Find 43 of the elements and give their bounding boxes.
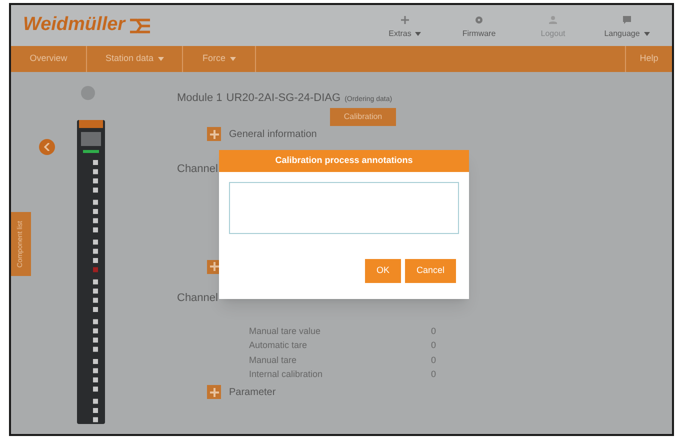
channel-heading: Channel bbox=[177, 162, 218, 174]
parameter-value: 0 bbox=[431, 339, 436, 352]
nav-tab[interactable]: Force bbox=[183, 46, 256, 72]
dialog-title: Calibration process annotations bbox=[219, 150, 469, 172]
chevron-left-icon bbox=[44, 143, 50, 151]
ok-button[interactable]: OK bbox=[365, 259, 401, 283]
cancel-button[interactable]: Cancel bbox=[405, 259, 456, 283]
plus-icon bbox=[210, 388, 218, 396]
channel-heading: Channel bbox=[177, 292, 218, 304]
header-menu-item[interactable]: Language bbox=[594, 15, 660, 40]
parameter-label: Manual tare value bbox=[249, 324, 322, 338]
parameter-value: 0 bbox=[431, 368, 436, 381]
plus-icon bbox=[210, 262, 218, 271]
header-menu-item[interactable]: Firmware bbox=[446, 15, 512, 40]
plus-icon bbox=[210, 130, 218, 138]
annotation-field[interactable] bbox=[229, 182, 459, 234]
expand-button[interactable] bbox=[207, 127, 221, 141]
parameter-label: Automatic tare bbox=[249, 339, 308, 352]
parameter-label: Internal calibration bbox=[249, 368, 324, 381]
nav-tab[interactable]: Overview bbox=[11, 46, 87, 72]
caret-icon bbox=[158, 57, 164, 61]
back-button[interactable] bbox=[39, 139, 55, 155]
gear-icon bbox=[474, 15, 484, 25]
nav-tab[interactable]: Station data bbox=[87, 46, 183, 72]
parameter-label: Manual tare bbox=[249, 354, 298, 366]
section-label: General information bbox=[229, 128, 317, 142]
calibration-button[interactable]: Calibration bbox=[330, 108, 396, 126]
logo-icon bbox=[129, 18, 152, 34]
logo-text: Weidmüller bbox=[23, 13, 126, 38]
module-name: UR20-2AI-SG-24-DIAG bbox=[226, 91, 341, 106]
parameter-value: 0 bbox=[431, 354, 436, 366]
help-link[interactable]: Help bbox=[626, 46, 672, 72]
caret-icon bbox=[230, 57, 236, 61]
caret-icon bbox=[415, 32, 422, 36]
header-menu-item[interactable]: Extras bbox=[372, 15, 438, 40]
expand-button[interactable] bbox=[207, 385, 221, 399]
user-icon bbox=[548, 15, 558, 25]
section-label: Parameter bbox=[229, 386, 276, 400]
speech-bubble-icon bbox=[622, 15, 632, 25]
caret-icon bbox=[644, 32, 650, 36]
module-title: Module 1 bbox=[177, 91, 222, 106]
parameter-value: 0 bbox=[431, 324, 436, 338]
plus-icon bbox=[400, 15, 410, 25]
